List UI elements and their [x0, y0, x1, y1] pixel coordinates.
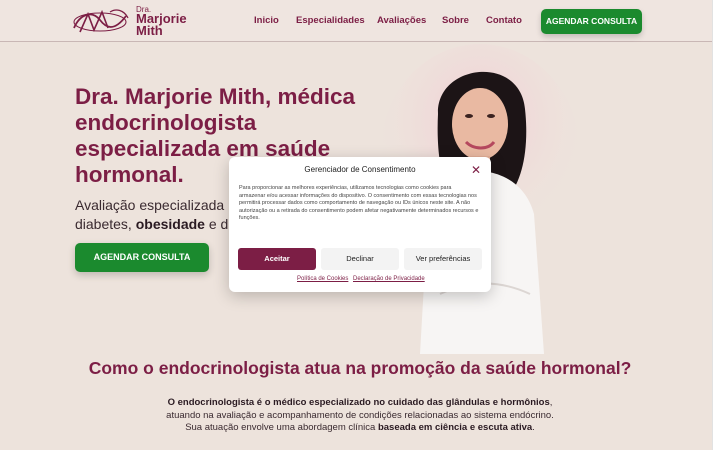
cookie-policy-link[interactable]: Política de Cookies — [297, 276, 348, 282]
section-line3-bold: baseada em ciência e escuta ativa — [377, 422, 533, 433]
decline-button[interactable]: Declinar — [321, 248, 399, 270]
site-header: Dra. Marjorie Mith Inicio Especialidades… — [0, 0, 712, 42]
consent-dialog: Gerenciador de Consentimento ✕ Para prop… — [229, 157, 491, 292]
section-line2: atuando na avaliação e acompanhamento de… — [166, 409, 554, 421]
section-line1-end: , — [549, 397, 553, 408]
section-title: Como o endocrinologista atua na promoção… — [88, 358, 632, 378]
hero-schedule-button[interactable]: AGENDAR CONSULTA — [75, 243, 209, 272]
logo[interactable]: Dra. Marjorie Mith — [70, 2, 190, 40]
hero-subtitle-bold: obesidade — [135, 216, 205, 232]
hero-subtitle-part1: Avaliação especializada p — [75, 197, 236, 213]
accept-button[interactable]: Aceitar — [238, 248, 316, 270]
nav-item-contato[interactable]: Contato — [486, 15, 522, 26]
privacy-statement-link[interactable]: Declaração de Privacidade — [353, 276, 425, 282]
section-line3: Sua atuação envolve uma abordagem clínic… — [185, 422, 378, 433]
section-line3-end: . — [532, 422, 535, 433]
nav-item-especialidades[interactable]: Especialidades — [296, 15, 365, 26]
nav-item-avaliacoes[interactable]: Avaliações — [377, 15, 426, 26]
section-line1-bold: O endocrinologista é o médico especializ… — [167, 397, 550, 408]
view-preferences-button[interactable]: Ver preferências — [404, 248, 482, 270]
hero-subtitle-part2: diabetes, — [75, 216, 136, 232]
section-body: O endocrinologista é o médico especializ… — [0, 397, 720, 435]
scrollbar[interactable] — [712, 0, 720, 450]
logo-mark-icon — [73, 9, 129, 33]
consent-title: Gerenciador de Consentimento — [304, 165, 416, 174]
nav-item-inicio[interactable]: Inicio — [254, 15, 279, 26]
nav-item-sobre[interactable]: Sobre — [442, 15, 469, 26]
close-icon[interactable]: ✕ — [470, 164, 482, 176]
logo-name: Marjorie Mith — [136, 11, 187, 38]
header-schedule-button[interactable]: AGENDAR CONSULTA — [541, 9, 642, 34]
consent-text: Para proporcionar as melhores experiênci… — [239, 185, 479, 221]
